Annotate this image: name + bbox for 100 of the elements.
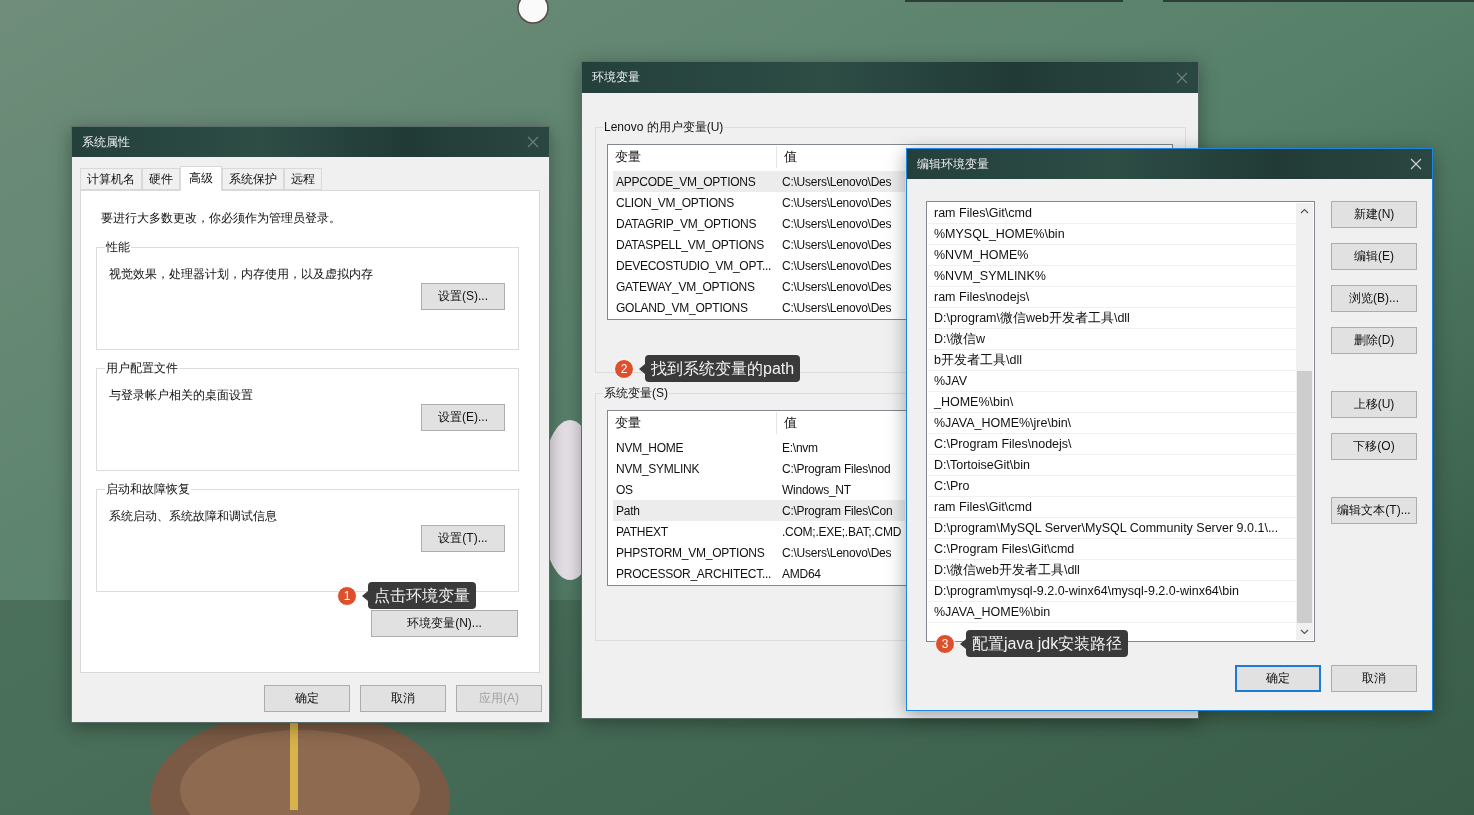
variable-row[interactable]: NVM_SYMLINK C:\Program Files\nod bbox=[613, 458, 905, 479]
path-entry[interactable]: b开发者工具\dll bbox=[928, 350, 1296, 371]
path-entry[interactable]: D:\program\微信web开发者工具\dll bbox=[928, 308, 1296, 329]
window-title: 编辑环境变量 bbox=[917, 155, 989, 173]
variable-name: GOLAND_VM_OPTIONS bbox=[615, 300, 749, 315]
path-entry[interactable]: ram Files\Git\cmd bbox=[928, 203, 1296, 224]
group-title: 用户配置文件 bbox=[105, 360, 179, 377]
path-entry[interactable]: C:\Program Files\Git\cmd bbox=[928, 539, 1296, 560]
callout: 点击环境变量 bbox=[368, 582, 476, 609]
variable-name: DATASPELL_VM_OPTIONS bbox=[615, 237, 765, 252]
dialog-button[interactable]: 确定 bbox=[1235, 665, 1321, 692]
variable-row[interactable]: OS Windows_NT bbox=[613, 479, 905, 500]
tab[interactable]: 硬件 bbox=[142, 168, 180, 190]
variable-value: .COM;.EXE;.BAT;.CMD bbox=[781, 524, 903, 539]
side-button[interactable]: 浏览(B)... bbox=[1331, 285, 1417, 312]
path-entry[interactable]: ram Files\Git\cmd bbox=[928, 497, 1296, 518]
callout: 找到系统变量的path bbox=[645, 355, 801, 382]
variable-row[interactable]: NVM_HOME E:\nvm bbox=[613, 437, 905, 458]
environment-variables-button[interactable]: 环境变量(N)... bbox=[371, 610, 518, 637]
side-button[interactable]: 下移(O) bbox=[1331, 433, 1417, 460]
variable-name: APPCODE_VM_OPTIONS bbox=[615, 174, 757, 189]
path-entry[interactable]: %JAV bbox=[928, 371, 1296, 392]
variable-name: PATHEXT bbox=[615, 524, 669, 539]
column-header[interactable]: 变量 bbox=[608, 146, 777, 168]
variable-value: AMD64 bbox=[781, 566, 822, 581]
tab[interactable]: 系统保护 bbox=[222, 168, 284, 190]
dialog-button[interactable]: 取消 bbox=[360, 685, 446, 712]
dialog-button[interactable]: 取消 bbox=[1331, 665, 1417, 692]
path-entry[interactable]: %NVM_HOME% bbox=[928, 245, 1296, 266]
variable-value: E:\nvm bbox=[781, 440, 819, 455]
path-entry[interactable]: %JAVA_HOME%\bin bbox=[928, 602, 1296, 623]
path-entry[interactable]: %NVM_SYMLINK% bbox=[928, 266, 1296, 287]
variable-row[interactable]: GOLAND_VM_OPTIONS C:\Users\Lenovo\Des bbox=[613, 297, 905, 318]
variable-row[interactable]: DEVECOSTUDIO_VM_OPT... C:\Users\Lenovo\Des bbox=[613, 255, 905, 276]
variable-value: C:\Users\Lenovo\Des bbox=[781, 237, 893, 252]
path-entry[interactable]: D:\program\MySQL Server\MySQL Community Server 9.0.1\... bbox=[928, 518, 1296, 539]
variable-name: GATEWAY_VM_OPTIONS bbox=[615, 279, 756, 294]
variable-row[interactable]: PATHEXT .COM;.EXE;.BAT;.CMD bbox=[613, 521, 905, 542]
path-entry[interactable]: _HOME%\bin\ bbox=[928, 392, 1296, 413]
side-button[interactable]: 编辑(E) bbox=[1331, 243, 1417, 270]
variable-value: C:\Users\Lenovo\Des bbox=[781, 195, 893, 210]
variable-value: C:\Program Files\nod bbox=[781, 461, 892, 476]
group-title: 启动和故障恢复 bbox=[105, 481, 191, 498]
variable-value: C:\Users\Lenovo\Des bbox=[781, 300, 893, 315]
group-description: 视觉效果，处理器计划，内存使用，以及虚拟内存 bbox=[109, 266, 374, 283]
path-entry[interactable]: D:\微信web开发者工具\dll bbox=[928, 560, 1296, 581]
path-entry[interactable]: D:\微信w bbox=[928, 329, 1296, 350]
variable-name: CLION_VM_OPTIONS bbox=[615, 195, 736, 210]
callout-pointer-icon bbox=[960, 638, 966, 649]
callout: 配置java jdk安装路径 bbox=[966, 630, 1129, 657]
variable-name: DEVECOSTUDIO_VM_OPT... bbox=[615, 258, 773, 273]
path-entry[interactable]: %JAVA_HOME%\jre\bin\ bbox=[928, 413, 1296, 434]
variable-name: NVM_SYMLINK bbox=[615, 461, 701, 476]
path-entry[interactable]: C:\Program Files\nodejs\ bbox=[928, 434, 1296, 455]
dialog-button[interactable]: 确定 bbox=[264, 685, 350, 712]
variable-name: OS bbox=[615, 482, 634, 497]
column-header[interactable]: 值 bbox=[777, 146, 897, 168]
callout-pointer-icon bbox=[362, 590, 368, 601]
variable-row[interactable]: DATAGRIP_VM_OPTIONS C:\Users\Lenovo\Des bbox=[613, 213, 905, 234]
callout-pointer-icon bbox=[639, 363, 645, 374]
group-title: Lenovo 的用户变量(U) bbox=[603, 119, 725, 136]
path-entry[interactable]: D:\TortoiseGit\bin bbox=[928, 455, 1296, 476]
settings-button[interactable]: 设置(E)... bbox=[421, 404, 505, 431]
variable-row[interactable]: PHPSTORM_VM_OPTIONS C:\Users\Lenovo\Des bbox=[613, 542, 905, 563]
path-entry[interactable]: ram Files\nodejs\ bbox=[928, 287, 1296, 308]
side-button[interactable]: 删除(D) bbox=[1331, 327, 1417, 354]
notice-text: 要进行大多数更改，你必须作为管理员登录。 bbox=[100, 210, 342, 227]
variable-name: PHPSTORM_VM_OPTIONS bbox=[615, 545, 766, 560]
group-description: 与登录帐户相关的桌面设置 bbox=[109, 387, 254, 404]
variable-value: C:\Users\Lenovo\Des bbox=[781, 279, 893, 294]
path-entry[interactable]: C:\Pro bbox=[928, 476, 1296, 497]
variable-name: NVM_HOME bbox=[615, 440, 685, 455]
tab[interactable]: 计算机名 bbox=[80, 168, 142, 190]
path-entry[interactable]: D:\program\mysql-9.2.0-winx64\mysql-9.2.0-winx64\bin bbox=[928, 581, 1296, 602]
scroll-thumb[interactable] bbox=[1297, 371, 1312, 623]
variable-row[interactable]: GATEWAY_VM_OPTIONS C:\Users\Lenovo\Des bbox=[613, 276, 905, 297]
side-button[interactable]: 编辑文本(T)... bbox=[1331, 497, 1417, 524]
scrollbar[interactable] bbox=[1296, 203, 1313, 640]
variable-row[interactable]: Path C:\Program Files\Con bbox=[613, 500, 905, 521]
variable-row[interactable]: CLION_VM_OPTIONS C:\Users\Lenovo\Des bbox=[613, 192, 905, 213]
side-button[interactable]: 上移(U) bbox=[1331, 391, 1417, 418]
column-header[interactable]: 变量 bbox=[608, 412, 777, 434]
window-title: 环境变量 bbox=[592, 69, 640, 86]
tab[interactable]: 远程 bbox=[284, 168, 322, 190]
column-header[interactable]: 值 bbox=[777, 412, 897, 434]
variable-value: C:\Users\Lenovo\Des bbox=[781, 216, 893, 231]
group-title: 性能 bbox=[105, 239, 131, 256]
group-description: 系统启动、系统故障和调试信息 bbox=[109, 508, 278, 525]
variable-row[interactable]: APPCODE_VM_OPTIONS C:\Users\Lenovo\Des bbox=[613, 171, 905, 192]
tab[interactable]: 高级 bbox=[180, 166, 222, 191]
variable-name: DATAGRIP_VM_OPTIONS bbox=[615, 216, 758, 231]
variable-row[interactable]: PROCESSOR_ARCHITECT... AMD64 bbox=[613, 563, 905, 584]
path-entry[interactable]: %MYSQL_HOME%\bin bbox=[928, 224, 1296, 245]
side-button[interactable]: 新建(N) bbox=[1331, 201, 1417, 228]
settings-button[interactable]: 设置(S)... bbox=[421, 283, 505, 310]
variable-row[interactable]: DATASPELL_VM_OPTIONS C:\Users\Lenovo\Des bbox=[613, 234, 905, 255]
variable-value: C:\Program Files\Con bbox=[781, 503, 894, 518]
window-title: 系统属性 bbox=[82, 133, 130, 151]
settings-button[interactable]: 设置(T)... bbox=[421, 525, 505, 552]
variable-value: C:\Users\Lenovo\Des bbox=[781, 545, 893, 560]
